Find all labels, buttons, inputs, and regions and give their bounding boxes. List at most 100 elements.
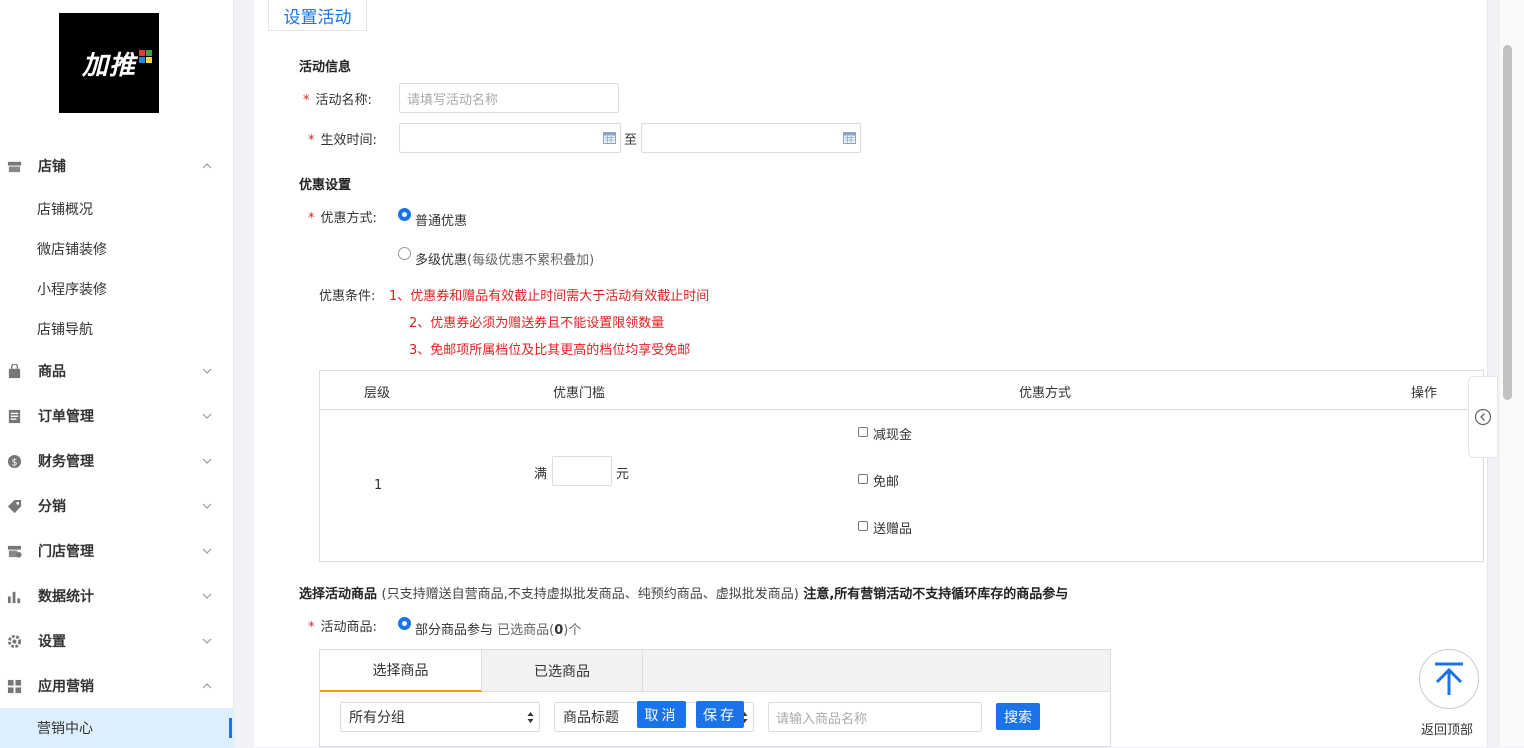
input-placeholder: 请填写活动名称 [407, 92, 499, 108]
column-header-level: 层级 [364, 386, 391, 401]
sidebar-group-label: 财务管理 [38, 454, 94, 470]
calendar-icon[interactable] [603, 132, 616, 144]
condition-rule-1: 1、优惠券和赠品有效截止时间需大于活动有效截止时间 [389, 289, 710, 304]
chevron-down-icon [202, 548, 212, 554]
partial-goods-label[interactable]: 部分商品参与 已选商品(0)个 [415, 619, 581, 638]
required-mark: * [308, 620, 315, 635]
back-to-top-label[interactable]: 返回顶部 [1421, 719, 1473, 738]
select-value: 所有分组 [349, 710, 405, 726]
discount-mode-label: * 优惠方式: [308, 207, 377, 226]
main-content: 设置活动 活动信息 * 活动名称: 请填写活动名称 * 生效时间: 至 优惠设置 *… [254, 0, 1488, 747]
chevron-down-icon [202, 593, 212, 599]
save-button[interactable]: 保存 [696, 701, 744, 728]
activity-name-input[interactable]: 请填写活动名称 [399, 83, 619, 113]
tab-setup-activity[interactable]: 设置活动 [268, 0, 367, 31]
section-title-activity-info: 活动信息 [299, 60, 352, 75]
goods-title-text: 选择活动商品 [299, 587, 378, 602]
field-label-text: 优惠方式: [320, 211, 377, 226]
multi-level-discount-label[interactable]: 多级优惠(每级优惠不累积叠加) [415, 249, 594, 268]
threshold-amount-input[interactable] [552, 456, 612, 486]
goods-selection-panel: 选择商品 已选商品 所有分组 商品标题 取消 保存 请输入商品名称 搜索 [319, 649, 1111, 747]
sidebar-group-label: 分销 [38, 499, 66, 515]
column-header-method: 优惠方式 [1019, 386, 1072, 401]
start-date-input[interactable] [399, 123, 621, 153]
sidebar-group-label: 商品 [38, 364, 66, 380]
document-icon [8, 409, 21, 423]
sidebar-group-label: 数据统计 [38, 589, 94, 605]
sidebar-item-store-nav[interactable]: 店铺导航 [0, 309, 234, 349]
sidebar-item-label: 微店铺装修 [37, 242, 107, 258]
sidebar-group-statistics[interactable]: 数据统计 [0, 576, 234, 616]
radio-normal-discount[interactable] [398, 208, 411, 221]
option-note: (每级优惠不累积叠加) [467, 253, 595, 268]
side-panel-toggle[interactable] [1468, 376, 1498, 458]
sidebar-group-settings[interactable]: 设置 [0, 621, 234, 661]
chevron-up-icon [202, 683, 212, 689]
date-range-to-label: 至 [624, 133, 638, 148]
group-filter-select[interactable]: 所有分组 [340, 702, 540, 732]
checkbox-free-shipping[interactable] [858, 474, 868, 484]
scrollbar-thumb[interactable] [1503, 45, 1512, 400]
sidebar-item-miniprogram-decor[interactable]: 小程序装修 [0, 269, 234, 309]
radio-partial-goods[interactable] [398, 617, 411, 630]
sidebar-group-goods[interactable]: 商品 [0, 351, 234, 391]
condition-rule-2: 2、优惠券必须为赠送券且不能设置限领数量 [409, 316, 665, 331]
store-icon [7, 161, 22, 172]
search-button[interactable]: 搜索 [996, 703, 1040, 730]
sidebar-group-label: 设置 [38, 634, 66, 650]
sidebar-group-distribution[interactable]: 分销 [0, 486, 234, 526]
page-scrollbar[interactable] [1500, 0, 1524, 747]
apps-grid-icon [7, 679, 22, 693]
end-date-input[interactable] [641, 123, 861, 153]
activity-goods-label: * 活动商品: [308, 616, 377, 635]
tier-level-value: 1 [374, 478, 383, 493]
select-value: 商品标题 [563, 710, 619, 726]
normal-discount-label[interactable]: 普通优惠 [415, 210, 467, 229]
sidebar-item-micro-store-decor[interactable]: 微店铺装修 [0, 229, 234, 269]
sidebar-group-label: 门店管理 [38, 544, 94, 560]
required-mark: * [308, 211, 315, 226]
field-label-text: 生效时间: [320, 133, 377, 148]
option-text: 多级优惠 [415, 253, 468, 268]
checkbox-gift[interactable] [858, 521, 868, 531]
radio-multi-level-discount[interactable] [398, 247, 411, 260]
selected-count-prefix: 已选商品( [497, 623, 555, 638]
chevron-down-icon [202, 638, 212, 644]
goods-tab-bar: 选择商品 已选商品 [320, 650, 1110, 692]
field-label-text: 活动名称: [315, 93, 372, 108]
sidebar-item-store-overview[interactable]: 店铺概况 [0, 189, 234, 229]
back-to-top-button[interactable] [1419, 649, 1479, 709]
method-free-shipping-label[interactable]: 免邮 [873, 471, 899, 490]
method-cash-off-label[interactable]: 减现金 [873, 424, 912, 443]
calendar-icon[interactable] [843, 132, 856, 144]
sidebar-group-finance[interactable]: $ 财务管理 [0, 441, 234, 481]
sidebar-group-marketing[interactable]: 应用营销 [0, 666, 234, 706]
effective-time-label: * 生效时间: [308, 129, 377, 148]
sidebar-group-label: 应用营销 [38, 679, 94, 695]
sidebar-item-label: 小程序装修 [37, 282, 107, 298]
svg-text:$: $ [12, 457, 18, 468]
option-text: 部分商品参与 [415, 623, 494, 638]
method-gift-label[interactable]: 送赠品 [873, 518, 912, 537]
checkbox-cash-off[interactable] [858, 427, 868, 437]
logo-mark-icon [139, 50, 153, 64]
tab-selected-goods[interactable]: 已选商品 [482, 650, 643, 692]
logo-text: 加推 [81, 50, 136, 81]
tab-select-goods[interactable]: 选择商品 [320, 650, 482, 692]
tag-icon [7, 499, 22, 513]
threshold-suffix: 元 [616, 467, 630, 482]
arrow-up-icon [1435, 662, 1463, 695]
goods-note-text: (只支持赠送自营商品,不支持虚拟批发商品、纯预约商品、虚拟批发商品) [381, 587, 799, 602]
gear-icon [7, 634, 22, 648]
bag-icon [8, 363, 21, 378]
cancel-button[interactable]: 取消 [637, 701, 686, 728]
sidebar-item-label: 营销中心 [37, 721, 93, 737]
sidebar-group-orders[interactable]: 订单管理 [0, 396, 234, 436]
brand-logo[interactable]: 加推 [59, 13, 159, 113]
goods-search-input[interactable]: 请输入商品名称 [768, 702, 982, 732]
discount-condition-label: 优惠条件: [319, 289, 376, 304]
sidebar-group-store[interactable]: 店铺 [0, 146, 234, 186]
chevron-down-icon [202, 458, 212, 464]
sidebar-item-marketing-center[interactable]: 营销中心 [0, 708, 234, 748]
sidebar-group-store-management[interactable]: 门店管理 [0, 531, 234, 571]
